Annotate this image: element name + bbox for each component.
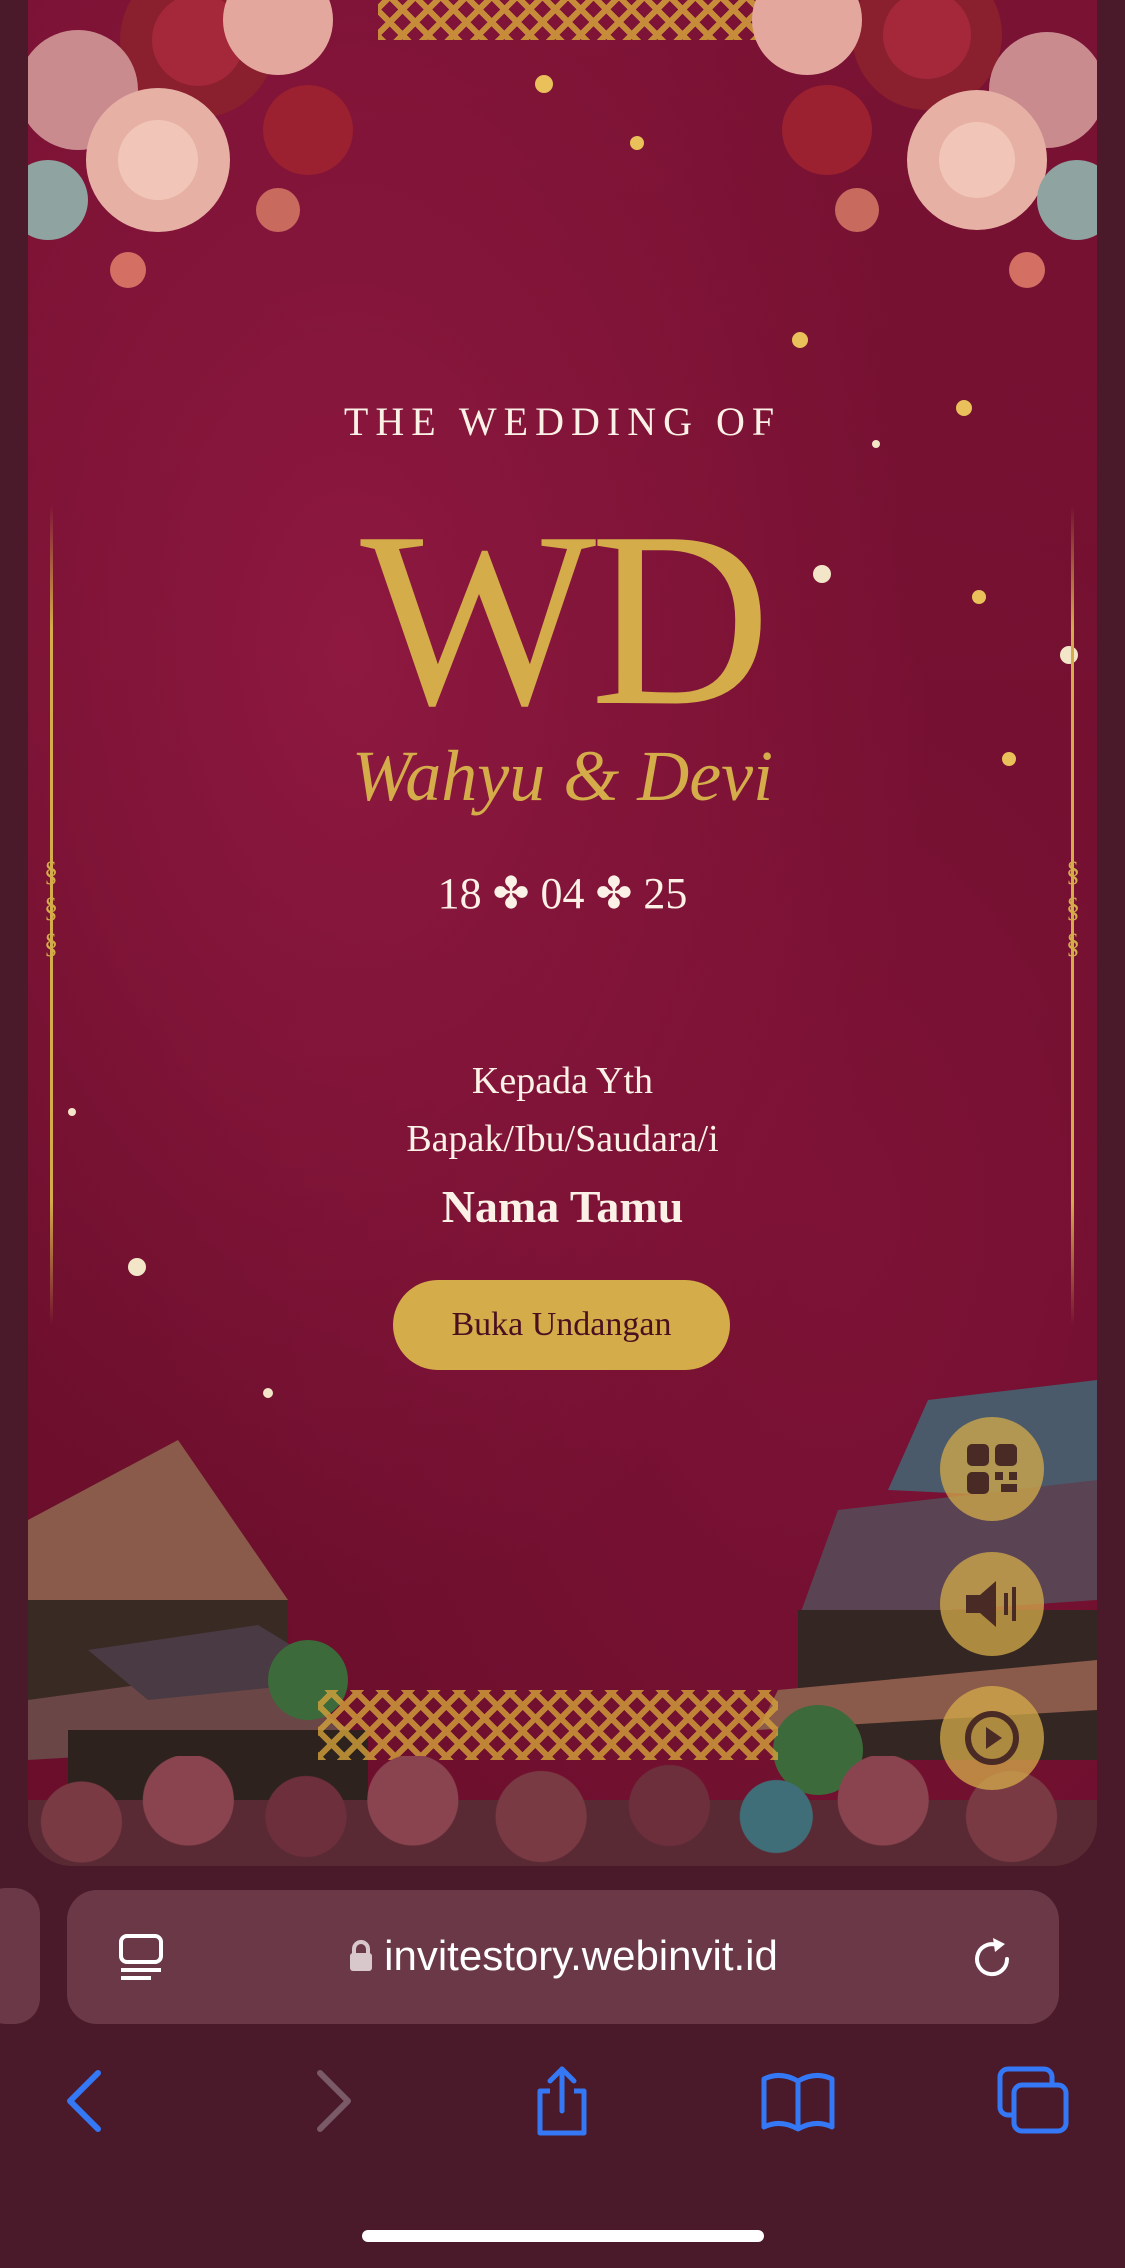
top-right-flowers — [752, 0, 1097, 288]
home-indicator[interactable] — [362, 2230, 764, 2242]
sparkle — [128, 1258, 146, 1276]
sparkle — [263, 1388, 273, 1398]
sparkle — [792, 332, 808, 348]
recipient-line-2: Bapak/Ibu/Saudara/i — [406, 1118, 719, 1160]
bottom-foliage — [28, 1756, 1097, 1866]
sparkle — [535, 75, 553, 93]
back-icon[interactable] — [48, 2065, 128, 2137]
play-icon — [965, 1711, 1019, 1765]
guest-name: Nama Tamu — [441, 1181, 684, 1232]
recipient-line-1: Kepada Yth — [471, 1060, 654, 1102]
url-text: invitestory.webinvit.id — [384, 1932, 778, 1979]
previous-tab-preview[interactable] — [0, 1888, 40, 2024]
bottom-songket-pattern — [318, 1690, 778, 1760]
bookmarks-icon[interactable] — [758, 2065, 838, 2137]
lock-icon — [350, 1940, 373, 1971]
open-invitation-button[interactable]: Buka Undangan — [393, 1280, 730, 1370]
recipient-greeting: Kepada Yth Bapak/Ibu/Saudara/i — [28, 1052, 1097, 1168]
top-left-flowers — [28, 0, 353, 288]
share-icon[interactable] — [522, 2065, 602, 2137]
wedding-date: 18 ✤ 04 ✤ 25 — [437, 869, 688, 918]
music-toggle-button[interactable] — [940, 1552, 1044, 1656]
forward-icon[interactable] — [290, 2065, 370, 2137]
invitation-page: § § § § § § THE WEDDING OF WD Wahyu & Devi 1… — [28, 0, 1097, 1866]
reload-icon[interactable] — [967, 1934, 1017, 1984]
speaker-icon — [966, 1581, 1016, 1627]
tabs-icon[interactable] — [994, 2065, 1074, 2137]
sparkle — [630, 136, 644, 150]
autoplay-button[interactable] — [940, 1686, 1044, 1790]
qr-code-icon — [967, 1444, 1017, 1494]
monogram: WD — [360, 481, 771, 758]
address-bar[interactable]: invitestory.webinvit.id — [67, 1890, 1059, 2024]
wedding-title: THE WEDDING OF — [343, 399, 782, 444]
top-songket-pattern — [378, 0, 758, 40]
url-display[interactable]: invitestory.webinvit.id — [67, 1932, 1059, 1980]
qr-code-button[interactable] — [940, 1417, 1044, 1521]
couple-names: Wahyu & Devi — [351, 736, 774, 816]
